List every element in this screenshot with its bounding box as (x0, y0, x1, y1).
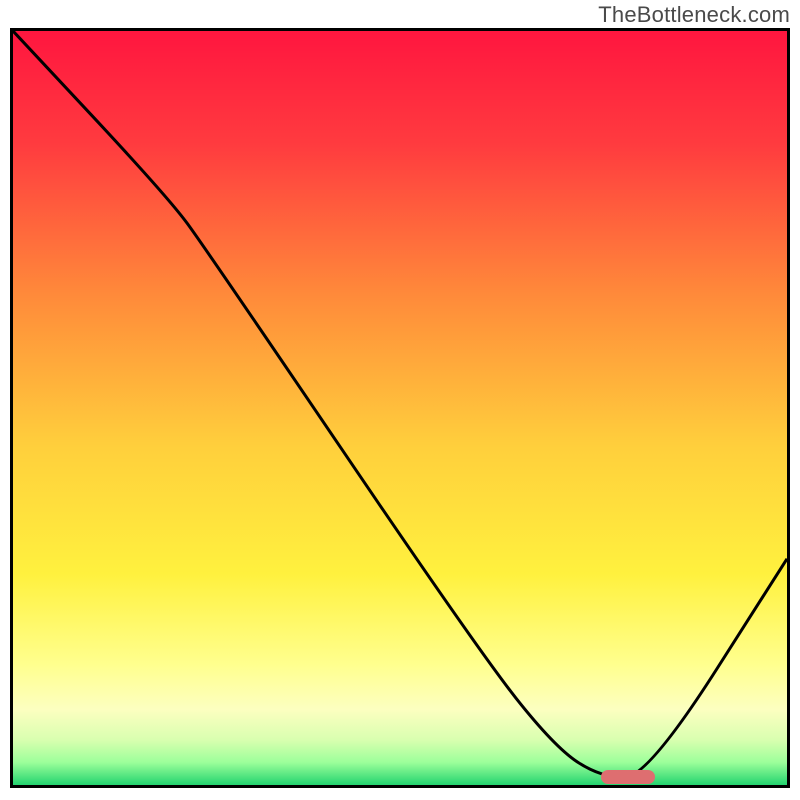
sweet-spot-marker (601, 770, 655, 784)
chart-container: TheBottleneck.com (0, 0, 800, 800)
plot-frame (10, 28, 790, 788)
watermark-label: TheBottleneck.com (598, 2, 790, 28)
bottleneck-curve (13, 31, 787, 785)
